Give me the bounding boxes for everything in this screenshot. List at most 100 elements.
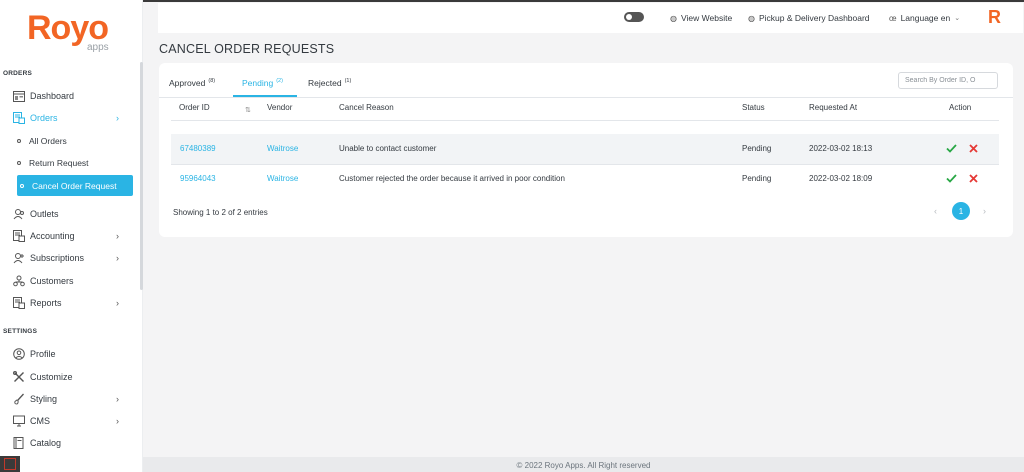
sidebar-subitem-all-orders[interactable]: All Orders <box>17 131 133 151</box>
sidebar-item-styling[interactable]: Styling › <box>12 389 133 409</box>
language-icon: œ <box>889 13 897 23</box>
logo-sub-text: apps <box>87 42 109 53</box>
sidebar-item-label: Reports <box>30 298 62 308</box>
window-top-border <box>0 0 1024 2</box>
sidebar-item-accounting[interactable]: Accounting › <box>12 226 133 246</box>
cms-icon <box>12 415 25 428</box>
reject-x-icon[interactable] <box>967 142 979 154</box>
approve-check-icon[interactable] <box>945 172 957 184</box>
theme-toggle[interactable] <box>624 12 644 22</box>
pickup-dashboard-link[interactable]: ◍ Pickup & Delivery Dashboard <box>748 13 870 23</box>
tab-label: Pending <box>242 78 274 88</box>
view-website-link[interactable]: ◍ View Website <box>670 13 732 23</box>
profile-brand-icon[interactable]: R <box>988 7 1001 28</box>
chevron-right-icon: › <box>116 394 119 404</box>
sidebar-item-label: Profile <box>30 349 56 359</box>
sidebar-item-label: Customize <box>30 372 73 382</box>
column-header-order-id[interactable]: Order ID <box>179 103 210 112</box>
catalog-icon <box>12 437 25 450</box>
pagination-page-1[interactable]: 1 <box>952 202 970 220</box>
reject-x-icon[interactable] <box>967 172 979 184</box>
brush-icon <box>12 393 25 406</box>
page-title: CANCEL ORDER REQUESTS <box>159 42 335 56</box>
subscriptions-icon <box>12 252 25 265</box>
users-icon <box>12 208 25 221</box>
sidebar: Royo apps ORDERS Dashboard Orders › All … <box>0 0 143 472</box>
sidebar-item-label: Catalog <box>30 438 62 448</box>
sidebar-item-dashboard[interactable]: Dashboard <box>12 86 133 106</box>
tab-count: (1) <box>344 78 352 84</box>
cancel-reason: Customer rejected the order because it a… <box>339 174 565 183</box>
chevron-right-icon: › <box>116 231 119 241</box>
table-row: 95964043 Waitrose Customer rejected the … <box>171 164 999 194</box>
topbar: ◍ View Website ◍ Pickup & Delivery Dashb… <box>158 3 1023 33</box>
vendor-link[interactable]: Waitrose <box>267 174 298 183</box>
sidebar-item-label: Styling <box>30 394 58 404</box>
pagination-previous[interactable]: ‹ <box>934 206 937 216</box>
orders-icon <box>12 112 25 125</box>
pagination-next[interactable]: › <box>983 206 986 216</box>
sidebar-item-cms[interactable]: CMS › <box>12 411 133 431</box>
sidebar-item-reports[interactable]: Reports › <box>12 293 133 313</box>
search-input[interactable] <box>898 72 998 89</box>
royo-logo[interactable]: Royo apps <box>27 8 117 53</box>
approve-check-icon[interactable] <box>945 142 957 154</box>
globe-icon: ◍ <box>748 13 755 23</box>
sidebar-subitem-return-request[interactable]: Return Request <box>17 153 133 173</box>
cancel-requests-card: Approved(8) Pending(2) Rejected(1) Order… <box>159 63 1013 237</box>
sidebar-item-outlets[interactable]: Outlets <box>12 204 133 224</box>
tab-approved[interactable]: Approved (8) <box>169 78 215 88</box>
column-header-vendor[interactable]: Vendor <box>267 103 292 112</box>
chevron-right-icon: › <box>116 113 119 123</box>
customers-icon <box>12 275 25 288</box>
sidebar-item-customers[interactable]: Customers <box>12 271 133 291</box>
language-dropdown[interactable]: œ Language en ⌄ <box>889 13 960 23</box>
chevron-right-icon: › <box>116 416 119 426</box>
profile-icon <box>12 348 25 361</box>
column-header-requested-at[interactable]: Requested At <box>809 103 857 112</box>
app-corner-icon[interactable] <box>0 456 20 472</box>
tab-pending[interactable]: Pending (2) <box>242 78 283 88</box>
status-text: Pending <box>742 174 772 183</box>
sidebar-item-orders[interactable]: Orders › <box>12 108 133 128</box>
vendor-link[interactable]: Waitrose <box>267 144 298 153</box>
requested-at: 2022-03-02 18:09 <box>809 174 873 183</box>
sidebar-item-label: CMS <box>30 416 50 426</box>
chevron-right-icon: › <box>116 253 119 263</box>
sidebar-item-subscriptions[interactable]: Subscriptions › <box>12 248 133 268</box>
sort-icon[interactable]: ⇅ <box>245 106 251 114</box>
sidebar-item-label: Subscriptions <box>30 253 85 263</box>
sidebar-item-customize[interactable]: Customize <box>12 367 133 387</box>
tab-label: Rejected <box>308 78 342 88</box>
sidebar-subitem-label: All Orders <box>29 136 67 146</box>
sidebar-subitem-label: Cancel Order Request <box>32 180 117 191</box>
order-id-link[interactable]: 67480389 <box>180 144 216 153</box>
chevron-right-icon: › <box>116 298 119 308</box>
language-label: Language en <box>900 13 951 23</box>
sidebar-item-label: Customers <box>30 276 74 286</box>
accounting-icon <box>12 230 25 243</box>
sidebar-item-catalog[interactable]: Catalog <box>12 433 133 453</box>
column-header-action: Action <box>949 103 972 112</box>
bullet-icon <box>17 139 21 143</box>
corner-icon-frame <box>4 458 16 470</box>
sidebar-item-profile[interactable]: Profile <box>12 344 133 364</box>
sidebar-item-label: Dashboard <box>30 91 75 101</box>
bullet-icon <box>20 183 24 188</box>
pickup-dashboard-label: Pickup & Delivery Dashboard <box>758 13 870 23</box>
sidebar-subitem-cancel-order-request[interactable]: Cancel Order Request <box>17 175 133 196</box>
sidebar-item-label: Accounting <box>30 231 75 241</box>
tab-label: Approved <box>169 78 206 88</box>
dashboard-icon <box>12 90 25 103</box>
tabs-divider <box>159 97 1013 98</box>
table-row: 67480389 Waitrose Unable to contact cust… <box>171 134 999 164</box>
cancel-reason: Unable to contact customer <box>339 144 437 153</box>
sidebar-scrollbar[interactable] <box>140 62 143 290</box>
order-id-link[interactable]: 95964043 <box>180 174 216 183</box>
column-header-cancel-reason[interactable]: Cancel Reason <box>339 103 394 112</box>
column-header-status[interactable]: Status <box>742 103 765 112</box>
tab-rejected[interactable]: Rejected (1) <box>308 78 351 88</box>
tab-count: (8) <box>208 78 216 84</box>
sidebar-item-label: Outlets <box>30 209 59 219</box>
tab-count: (2) <box>276 78 283 84</box>
